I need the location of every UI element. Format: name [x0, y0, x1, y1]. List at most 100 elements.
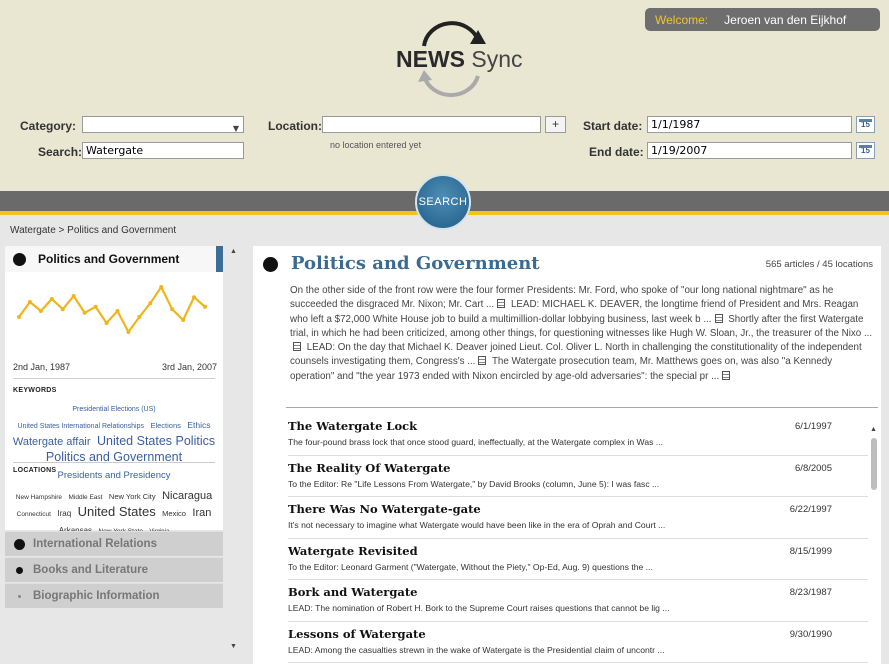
article-date: 8/15/1999 [789, 545, 832, 557]
start-date-text[interactable] [651, 117, 851, 132]
article-title[interactable]: Watergate Revisited [288, 544, 418, 558]
location-tag[interactable]: Middle East [69, 494, 103, 502]
category-item[interactable]: Books and Literature [5, 557, 223, 582]
article-title[interactable]: Lessons of Watergate [288, 627, 426, 641]
scrollbar-thumb[interactable] [871, 438, 877, 490]
article-row[interactable]: There Was No Watergate-gate 6/22/1997 It's… [288, 497, 868, 539]
scroll-up-icon[interactable]: ▲ [870, 426, 877, 433]
article-date: 9/30/1990 [789, 628, 832, 640]
document-icon[interactable] [478, 356, 487, 366]
category-item[interactable]: Biographic Information [5, 583, 223, 608]
article-excerpt: To the Editor: Re "Life Lessons From Wat… [288, 478, 660, 489]
start-calendar-icon[interactable]: 15 [856, 116, 875, 133]
end-calendar-icon[interactable]: 15 [856, 142, 875, 159]
location-tag[interactable]: New Hampshire [16, 494, 62, 502]
category-dot-icon [17, 594, 21, 598]
category-dot-icon [263, 257, 278, 272]
divider [13, 462, 215, 463]
keyword-tag[interactable]: Watergate affair [13, 436, 91, 449]
article-excerpt: LEAD: The nomination of Robert H. Bork t… [288, 603, 670, 613]
search-button[interactable]: SEARCH [415, 174, 471, 230]
sparkline-point [203, 304, 207, 309]
scroll-down-icon[interactable]: ▼ [230, 643, 237, 650]
article-panel: Politics and Government 565 articles / 4… [253, 246, 881, 664]
category-detail: 2nd Jan, 1987 3rd Jan, 2007 KEYWORDS Pre… [5, 272, 223, 551]
add-location-button[interactable]: + [545, 116, 566, 133]
location-tag[interactable]: New York City [109, 493, 156, 501]
category-label: Category: [20, 119, 77, 133]
timeline-start-date: 2nd Jan, 1987 [13, 362, 71, 372]
sparkline-point [137, 315, 142, 319]
article-row[interactable]: Bork and Watergate 8/23/1987 LEAD: The nom… [288, 580, 868, 622]
start-date-input[interactable] [647, 116, 852, 133]
breadcrumb[interactable]: Watergate > Politics and Government [10, 225, 176, 236]
category-label: Biographic Information [33, 590, 160, 602]
sparkline-point [17, 315, 21, 319]
document-icon[interactable] [497, 299, 506, 309]
end-date-text[interactable] [651, 143, 851, 158]
article-title[interactable]: The Reality Of Watergate [288, 461, 450, 475]
scroll-up-icon[interactable]: ▲ [230, 248, 237, 255]
sparkline-point [27, 300, 32, 304]
article-excerpt: To the Editor: Leonard Garment ("Waterga… [288, 561, 653, 572]
keyword-tag[interactable]: Elections [150, 421, 180, 430]
article-row[interactable]: The Reality Of Watergate 6/8/2005 To the E… [288, 456, 868, 497]
document-icon[interactable] [293, 342, 301, 352]
article-excerpt: LEAD: Among the casualties strewn in the… [288, 644, 665, 655]
location-hint: no location entered yet [330, 140, 422, 150]
sparkline-path [18, 284, 206, 335]
welcome-label: Welcome: [655, 12, 709, 27]
start-date-label: Start date: [583, 119, 643, 133]
newssync-logo: NEWS Sync [392, 18, 523, 98]
category-label: Politics and Government [38, 252, 180, 266]
category-item-active[interactable]: Politics and Government [5, 246, 223, 272]
keyword-tag[interactable]: Presidential Elections (US) [72, 406, 155, 413]
sparkline-point [60, 307, 65, 312]
location-tag[interactable]: Connecticut [17, 511, 51, 519]
location-tag[interactable]: Iran [192, 507, 211, 520]
divider [286, 407, 878, 408]
category-select[interactable]: ▼ [82, 116, 244, 133]
category-item[interactable]: International Relations [5, 531, 223, 556]
location-tag[interactable]: Nicaragua [162, 490, 212, 503]
location-tag[interactable]: Iraq [57, 509, 71, 518]
article-date: 6/8/2005 [795, 462, 832, 474]
article-row[interactable]: Watergate Revisited 8/15/1999 To the Edito… [288, 539, 868, 580]
article-excerpt: It's not necessary to imagine what Water… [288, 520, 666, 530]
article-title[interactable]: Bork and Watergate [288, 585, 417, 599]
search-input[interactable] [82, 142, 244, 159]
search-text[interactable] [86, 143, 243, 158]
location-tag[interactable]: United States [78, 505, 156, 519]
category-summary: On the other side of the front row were … [290, 284, 878, 384]
divider [13, 378, 215, 379]
location-text[interactable] [326, 117, 540, 132]
sparkline-point [148, 301, 153, 306]
sparkline-point [38, 309, 43, 313]
article-title[interactable]: The Watergate Lock [288, 419, 417, 433]
keyword-tag[interactable]: Presidents and Presidency [57, 471, 170, 481]
article-title[interactable]: There Was No Watergate-gate [288, 502, 481, 516]
article-date: 8/23/1987 [789, 587, 832, 598]
document-icon[interactable] [714, 313, 723, 323]
end-date-input[interactable] [647, 142, 852, 159]
category-dot-icon [13, 252, 26, 266]
keyword-tag[interactable]: United States International Relationship… [18, 423, 144, 430]
location-label: Location: [268, 119, 322, 133]
keyword-tag[interactable]: Ethics [187, 420, 210, 430]
welcome-badge[interactable]: Welcome: Jeroen van den Eijkhof [645, 8, 880, 31]
sparkline-point [159, 285, 164, 289]
sparkline-point [192, 295, 197, 300]
document-icon[interactable] [722, 370, 731, 380]
sparkline-point [104, 321, 109, 325]
category-dot-icon [13, 538, 25, 550]
article-row[interactable]: The Watergate Lock 6/1/1997 The four-pound… [288, 414, 868, 456]
sparkline-point [93, 304, 98, 309]
article-row[interactable]: Lessons of Watergate 9/30/1990 LEAD: Among… [288, 622, 868, 663]
category-dot-icon [15, 566, 23, 574]
article-scrollbar[interactable]: ▲ [870, 426, 878, 658]
end-date-label: End date: [589, 145, 644, 159]
location-input[interactable] [322, 116, 541, 133]
location-tag[interactable]: Mexico [162, 509, 186, 518]
keyword-tag[interactable]: United States Politics [97, 434, 215, 448]
user-name: Jeroen van den Eijkhof [724, 12, 847, 27]
